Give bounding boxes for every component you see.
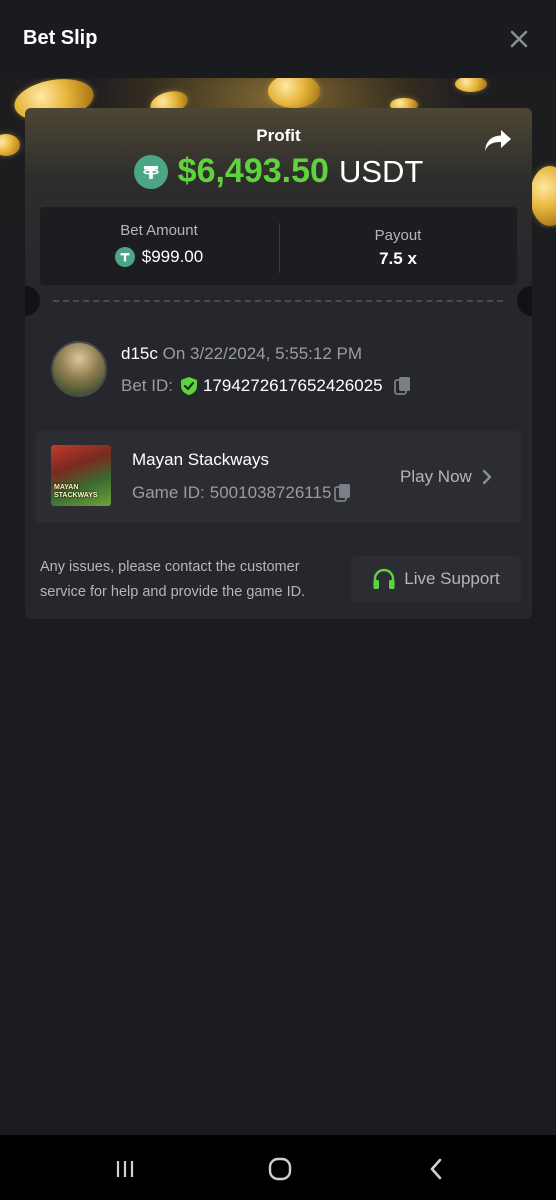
recent-apps-icon — [116, 1161, 134, 1177]
profit-row: $6,493.50 USDT — [25, 152, 532, 191]
play-now-button[interactable]: Play Now — [400, 467, 492, 487]
ticket-divider — [53, 300, 503, 302]
bet-id-value: 1794272617652426025 — [202, 376, 383, 395]
share-button[interactable] — [483, 128, 515, 156]
close-icon — [510, 30, 528, 48]
user-line: d15c On 3/22/2024, 5:55:12 PM — [121, 344, 362, 364]
game-id-line: Game ID: 5001038726115 — [132, 483, 353, 503]
share-icon — [485, 130, 511, 151]
header-bar: Bet Slip — [0, 0, 556, 78]
coin-decoration — [530, 166, 556, 226]
close-button[interactable] — [504, 24, 534, 54]
coin-decoration — [268, 78, 320, 108]
game-thumbnail-label: MAYAN STACKWAYS — [54, 484, 98, 499]
bet-id-line: Bet ID: 1794272617652426025 — [121, 376, 413, 396]
ticket-notch-left — [25, 286, 40, 316]
copy-icon — [393, 377, 410, 395]
bet-amount-row: $999.00 — [40, 247, 278, 267]
coin-decoration — [455, 78, 487, 92]
payout-label: Payout — [374, 227, 422, 244]
bet-stats-panel: Bet Amount $999.00 Payout 7.5 x — [40, 207, 517, 285]
user-info-row: d15c On 3/22/2024, 5:55:12 PM Bet ID: 17… — [25, 338, 532, 398]
usdt-icon — [133, 154, 168, 189]
page-title: Bet Slip — [23, 27, 98, 49]
bet-amount-stat: Bet Amount $999.00 — [40, 207, 278, 285]
bet-amount-value: $999.00 — [141, 247, 204, 266]
game-name: Mayan Stackways — [132, 450, 269, 469]
payout-stat: Payout 7.5 x — [279, 207, 517, 285]
home-icon — [268, 1157, 292, 1181]
game-thumbnail: MAYAN STACKWAYS — [51, 445, 111, 506]
avatar — [51, 341, 107, 397]
ticket-notch-right — [517, 286, 532, 316]
live-support-label: Live Support — [404, 569, 500, 588]
profit-currency: USDT — [338, 153, 424, 189]
live-support-button[interactable]: Live Support — [351, 556, 521, 602]
game-id-label: Game ID: — [132, 483, 205, 502]
back-icon — [430, 1158, 442, 1180]
usdt-icon — [114, 247, 135, 267]
headset-icon — [373, 568, 395, 589]
payout-value: 7.5 x — [379, 249, 417, 268]
username: d15c — [121, 344, 158, 363]
bet-time: On 3/22/2024, 5:55:12 PM — [162, 344, 363, 363]
bet-amount-label: Bet Amount — [120, 222, 198, 239]
game-info-row: MAYAN STACKWAYS Mayan Stackways Game ID:… — [36, 431, 521, 523]
play-now-label: Play Now — [400, 467, 472, 486]
copy-game-id-button[interactable] — [333, 483, 353, 503]
chevron-right-icon — [482, 469, 492, 485]
game-id-value: 5001038726115 — [209, 483, 332, 502]
help-text: Any issues, please contact the customer … — [40, 559, 306, 600]
home-button[interactable] — [265, 1155, 295, 1183]
bet-slip-card: Profit $6,493.50 USDT Bet Amount $999.00… — [25, 108, 532, 619]
copy-bet-id-button[interactable] — [393, 376, 413, 396]
coin-decoration — [0, 134, 20, 156]
bet-id-label: Bet ID: — [121, 376, 173, 395]
profit-amount: $6,493.50 — [177, 152, 329, 190]
system-nav-bar — [0, 1135, 556, 1200]
verified-shield-icon — [180, 377, 197, 395]
back-button[interactable] — [421, 1155, 451, 1183]
recent-apps-button[interactable] — [110, 1155, 140, 1183]
profit-label: Profit — [256, 126, 301, 145]
copy-icon — [334, 484, 351, 502]
